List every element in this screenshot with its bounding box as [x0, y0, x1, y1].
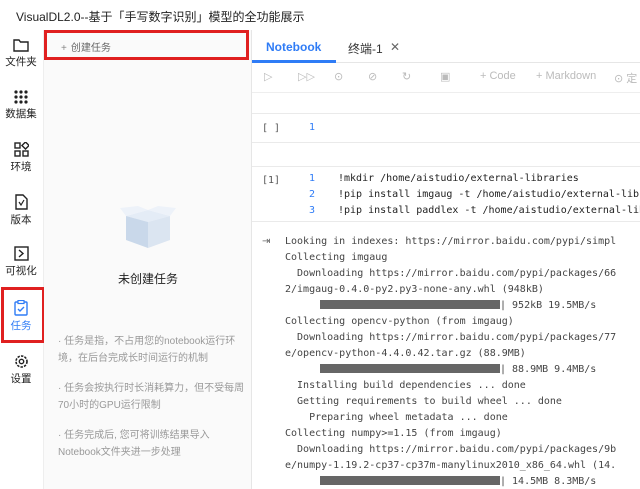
output-line: e/opencv-python-4.4.0.42.tar.gz (88.9MB) [285, 348, 526, 359]
output-line: Preparing wheel metadata ... done [285, 412, 508, 423]
code-cell[interactable]: [1] 1 !mkdir /home/aistudio/external-lib… [252, 166, 640, 222]
sidebar-item-folder[interactable]: 文件夹 [0, 30, 42, 74]
task-note: · 任务是指，不占用您的notebook运行环境，在后台完成长时间运行的机制 [58, 336, 236, 364]
output-line: Collecting numpy>=1.15 (from imgaug) [285, 428, 502, 439]
sidebar-item-visualization[interactable]: 可视化 [0, 238, 42, 282]
line-number: 2 [309, 189, 316, 200]
output-line: e/numpy-1.19.2-cp37-cp37m-manylinux2010_… [285, 460, 617, 471]
line-number: 1 [309, 173, 316, 184]
version-icon [14, 194, 28, 210]
cell-output: ⇥ Looking in indexes: https://mirror.bai… [252, 230, 640, 487]
output-line: Collecting opencv-python (from imgaug) [285, 316, 514, 327]
sidebar-item-label: 可视化 [5, 265, 37, 277]
progress-bar [320, 476, 500, 485]
plus-icon: + [61, 43, 67, 54]
tab-terminal-1[interactable]: 终端-1 [348, 40, 383, 57]
cell-prompt: [1] [262, 175, 281, 186]
close-icon[interactable]: ✕ [390, 40, 400, 54]
output-line: Downloading https://mirror.baidu.com/pyp… [285, 444, 617, 455]
empty-state-title: 未创建任务 [117, 272, 178, 286]
environment-icon [13, 142, 29, 157]
task-note: · 任务完成后, 您可将训练结果导入Notebook文件夹进一步处理 [58, 430, 210, 458]
run-icon[interactable]: ▷ [264, 70, 272, 83]
sidebar-item-label: 环境 [10, 161, 32, 173]
output-line: Installing build dependencies ... done [285, 380, 526, 391]
cell-prompt: [ ] [262, 123, 281, 134]
progress-text: | 88.9MB 9.4MB/s [500, 364, 597, 375]
code-line: !pip install paddlex -t /home/aistudio/e… [338, 205, 640, 216]
sidebar-item-label: 文件夹 [5, 56, 37, 68]
progress-line: | 14.5MB 8.3MB/s [320, 476, 596, 487]
sidebar-item-settings[interactable]: 设置 [0, 346, 42, 390]
output-line: Collecting imgaug [285, 252, 388, 263]
sidebar-item-label: 版本 [10, 214, 32, 226]
stop-icon[interactable]: ⊘ [368, 70, 377, 83]
sidebar-item-label: 数据集 [5, 108, 37, 120]
progress-text: | 952kB 19.5MB/s [500, 300, 597, 311]
settings-gear-icon [14, 355, 28, 368]
toolbar-overflow-label: 定 [626, 73, 638, 85]
tab-notebook[interactable]: Notebook [266, 40, 321, 54]
restart-icon[interactable]: ↻ [402, 70, 411, 83]
visualization-icon [13, 246, 29, 261]
task-highlight-box [1, 287, 45, 343]
notebook-main: Notebook 终端-1 ✕ ▷ ▷▷ ⊙ ⊘ ↻ ▣ + Code + Ma… [252, 30, 640, 489]
output-line: 2/imgaug-0.4.0-py2.py3-none-any.whl (948… [285, 284, 544, 295]
output-line: Downloading https://mirror.baidu.com/pyp… [285, 332, 617, 343]
task-note: · 任务会按执行时长消耗算力，但不受每周70小时的GPU运行限制 [58, 383, 245, 411]
progress-bar [320, 364, 500, 373]
dataset-grid-icon [14, 90, 28, 104]
progress-text: | 14.5MB 8.3MB/s [500, 476, 597, 487]
progress-bar [320, 300, 500, 309]
add-markdown-button[interactable]: + Markdown [536, 70, 596, 82]
code-line: !pip install imgaug -t /home/aistudio/ex… [338, 189, 640, 200]
output-line: Getting requirements to build wheel ... … [285, 396, 562, 407]
line-number: 3 [309, 205, 316, 216]
sidebar-item-label: 设置 [10, 373, 32, 385]
sidebar-item-dataset[interactable]: 数据集 [0, 82, 42, 126]
toolbar-overflow-button[interactable]: ⊙ 定 [614, 70, 637, 86]
output-line: Downloading https://mirror.baidu.com/pyp… [285, 268, 617, 279]
code-cell[interactable]: [ ] 1 [252, 113, 640, 143]
output-line: Looking in indexes: https://mirror.baidu… [285, 236, 617, 247]
task-panel: + 创建任务 未创建任务 · 任务是指，不占用您的notebook运行环境，在后台… [44, 30, 252, 489]
add-code-button[interactable]: + Code [480, 70, 516, 82]
run-all-icon[interactable]: ▷▷ [298, 70, 315, 83]
notebook-toolbar: ▷ ▷▷ ⊙ ⊘ ↻ ▣ + Code + Markdown ⊙ 定 [252, 63, 640, 93]
tab-bar: Notebook 终端-1 ✕ [252, 30, 640, 63]
activity-sidebar: 文件夹 数据集 环境 版本 可视化 任务 设置 [0, 30, 44, 489]
code-line: !mkdir /home/aistudio/external-libraries [338, 173, 579, 184]
progress-line: | 88.9MB 9.4MB/s [320, 364, 596, 375]
empty-box-illustration [120, 206, 176, 248]
run-cell-icon[interactable]: ⊙ [334, 70, 343, 83]
create-task-button[interactable]: + 创建任务 [44, 30, 249, 60]
folder-icon [13, 39, 29, 52]
window-title: VisualDL2.0--基于「手写数字识别」模型的全功能展示 [0, 0, 640, 30]
sidebar-item-environment[interactable]: 环境 [0, 134, 42, 178]
save-icon[interactable]: ▣ [440, 70, 450, 83]
create-task-label: 创建任务 [70, 43, 111, 54]
output-toggle-icon[interactable]: ⇥ [262, 236, 270, 247]
sidebar-item-version[interactable]: 版本 [0, 186, 42, 230]
progress-line: | 952kB 19.5MB/s [320, 300, 596, 311]
line-number: 1 [309, 122, 316, 133]
